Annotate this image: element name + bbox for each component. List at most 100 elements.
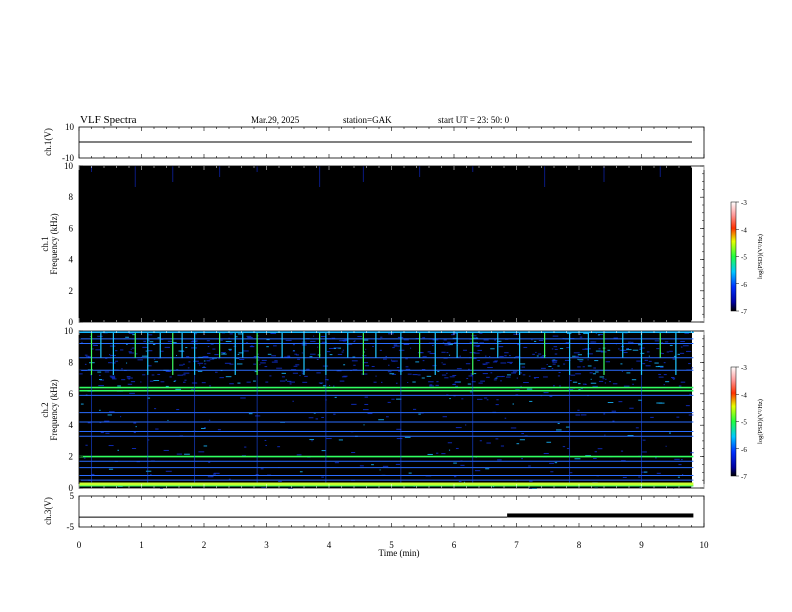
- spectral-noise-cell: [663, 374, 667, 376]
- spectral-noise-cell: [154, 361, 159, 363]
- spectral-noise-cell: [155, 428, 159, 430]
- spectral-noise-cell: [173, 380, 176, 382]
- spectral-noise-cell: [500, 445, 505, 447]
- spectral-noise-cell: [484, 355, 487, 357]
- spectral-noise-cell: [151, 374, 155, 376]
- spectral-noise-cell: [271, 355, 277, 357]
- spectral-noise-cell: [604, 434, 606, 436]
- spectral-noise-cell: [689, 393, 691, 395]
- spectral-noise-cell: [595, 371, 599, 373]
- spectral-noise-cell: [403, 343, 410, 345]
- spectral-noise-cell: [250, 346, 255, 348]
- spectral-noise-cell: [207, 346, 210, 348]
- spectral-noise-cell: [492, 361, 497, 363]
- spectral-noise-cell: [468, 368, 470, 370]
- spectral-noise-cell: [453, 476, 457, 478]
- spectral-noise-cell: [229, 363, 234, 365]
- spectral-noise-cell: [656, 472, 661, 474]
- spectral-noise-cell: [465, 363, 471, 365]
- colorbar-tick-label: -3: [741, 364, 747, 372]
- ch2-spectrogram-image: [79, 331, 692, 488]
- colorbar-tick-label: -3: [741, 199, 747, 207]
- colorbar-label: log(PSD)(V²/Hz): [757, 234, 764, 279]
- spectral-noise-cell: [516, 443, 520, 445]
- spectral-noise-cell: [546, 363, 548, 365]
- spectral-noise-cell: [197, 362, 204, 364]
- spectral-noise-cell: [237, 353, 240, 355]
- spectral-noise-cell: [654, 340, 659, 342]
- spectral-noise-cell: [395, 463, 400, 465]
- spectral-noise-cell: [213, 472, 220, 474]
- spectral-noise-cell: [483, 339, 489, 341]
- ch1-spec-ylabel-line2: Frequency (kHz): [49, 213, 59, 274]
- spectral-noise-cell: [603, 413, 606, 415]
- spectral-noise-cell: [131, 347, 135, 349]
- spectral-noise-cell: [297, 358, 300, 360]
- spectral-noise-cell: [98, 374, 101, 376]
- spectral-noise-cell: [287, 380, 292, 382]
- spectral-noise-cell: [523, 346, 528, 348]
- spectral-noise-cell: [623, 385, 630, 387]
- y-tick-label: 2: [69, 286, 74, 296]
- spectral-noise-cell: [520, 385, 522, 387]
- spectral-noise-cell: [441, 374, 447, 376]
- spectral-noise-cell: [648, 355, 650, 357]
- spectral-noise-cell: [125, 336, 129, 338]
- spectral-noise-cell: [509, 355, 511, 357]
- spectral-noise-cell: [403, 339, 409, 341]
- spectral-noise-cell: [296, 454, 302, 456]
- spectral-noise-cell: [574, 458, 581, 460]
- spectral-noise-cell: [95, 349, 101, 351]
- spectral-noise-cell: [458, 480, 462, 482]
- spectral-noise-cell: [612, 420, 615, 422]
- spectral-noise-cell: [382, 465, 389, 467]
- spectral-noise-cell: [104, 420, 110, 422]
- spectral-noise-cell: [429, 352, 433, 354]
- spectral-noise-cell: [663, 362, 666, 364]
- spectral-noise-cell: [203, 366, 205, 368]
- spectral-noise-cell: [569, 380, 572, 382]
- spectral-noise-cell: [449, 398, 451, 400]
- spectral-noise-cell: [531, 339, 533, 341]
- spectral-noise-cell: [183, 381, 186, 383]
- spectral-noise-cell: [97, 371, 102, 373]
- spectral-noise-cell: [446, 352, 449, 354]
- spectral-noise-cell: [626, 372, 631, 374]
- spectral-noise-cell: [142, 355, 148, 357]
- spectral-noise-cell: [351, 452, 356, 454]
- spectral-noise-cell: [188, 361, 191, 363]
- spectral-noise-cell: [494, 339, 497, 341]
- spectral-noise-cell: [292, 372, 298, 374]
- spectral-noise-cell: [575, 414, 581, 416]
- spectral-noise-cell: [391, 398, 395, 400]
- spectral-noise-cell: [504, 355, 507, 357]
- spectral-noise-cell: [623, 352, 628, 354]
- spectral-noise-cell: [296, 354, 299, 356]
- spectral-noise-cell: [464, 424, 467, 426]
- spectral-noise-cell: [471, 381, 476, 383]
- spectral-noise-cell: [126, 362, 128, 364]
- spectral-noise-cell: [676, 416, 680, 418]
- ch3-waveform-frame: [78, 495, 705, 528]
- spectral-noise-cell: [309, 356, 313, 358]
- spectral-noise-cell: [246, 335, 252, 337]
- spectral-noise-cell: [140, 381, 142, 383]
- spectral-noise-cell: [185, 347, 188, 349]
- spectral-noise-cell: [220, 339, 223, 341]
- spectral-noise-cell: [612, 383, 618, 385]
- spectral-noise-cell: [380, 381, 383, 383]
- spectral-noise-cell: [507, 361, 513, 363]
- spectral-noise-cell: [295, 364, 300, 366]
- spectral-noise-cell: [199, 364, 201, 366]
- spectral-noise-cell: [499, 355, 504, 357]
- spectral-noise-cell: [149, 380, 154, 382]
- spectral-noise-cell: [191, 388, 194, 390]
- spectral-noise-cell: [543, 453, 549, 455]
- spectral-noise-cell: [266, 346, 269, 348]
- spectral-noise-cell: [656, 348, 660, 350]
- spectral-noise-cell: [620, 450, 624, 452]
- spectral-noise-cell: [680, 381, 686, 383]
- spectral-noise-cell: [289, 383, 292, 385]
- spectral-noise-cell: [209, 358, 215, 360]
- spectral-noise-cell: [412, 381, 416, 383]
